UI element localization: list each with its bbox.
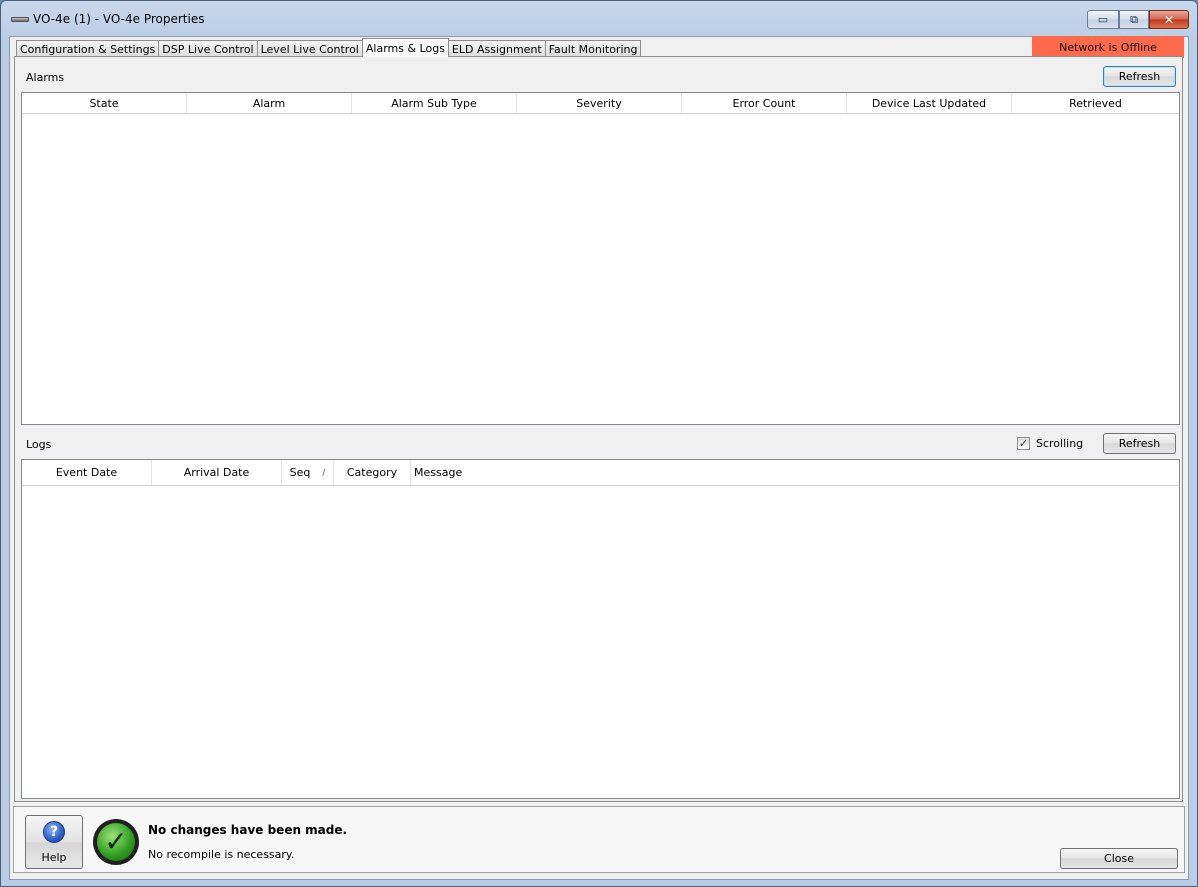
status-detail: No recompile is necessary. [148,848,295,861]
sort-ascending-icon: / [322,467,326,478]
close-window-button[interactable]: ✕ [1149,10,1189,29]
logs-table[interactable]: Event Date Arrival Date Seq / Category M… [21,459,1180,799]
tab-dsp-live-control[interactable]: DSP Live Control [158,40,258,57]
seq-header-label: Seq [289,466,311,479]
footer-status-panel: ? Help ✓ No changes have been made. No r… [13,806,1185,873]
status-title: No changes have been made. [148,823,348,837]
logs-table-header: Event Date Arrival Date Seq / Category M… [22,460,1179,486]
column-header-severity[interactable]: Severity [517,93,682,113]
close-button[interactable]: Close [1060,848,1178,869]
alarms-table-header: State Alarm Alarm Sub Type Severity Erro… [22,93,1179,114]
scrolling-checkbox-group[interactable]: ✓ Scrolling [1017,437,1083,450]
maximize-button[interactable]: ⧉ [1119,10,1149,29]
title-bar[interactable]: VO-4e (1) - VO-4e Properties ▭ ⧉ ✕ [1,1,1197,37]
tab-alarms-logs[interactable]: Alarms & Logs [361,38,449,57]
help-icon: ? [43,821,65,843]
column-header-retrieved[interactable]: Retrieved [1012,93,1179,113]
column-header-state[interactable]: State [22,93,187,113]
scrolling-label: Scrolling [1036,437,1084,450]
check-icon: ✓ [1018,437,1029,450]
minimize-button[interactable]: ▭ [1087,10,1119,29]
scrolling-checkbox[interactable]: ✓ [1017,437,1030,450]
tab-level-live-control[interactable]: Level Live Control [256,40,363,57]
properties-window: VO-4e (1) - VO-4e Properties ▭ ⧉ ✕ Confi… [0,0,1198,887]
close-icon: ✕ [1163,12,1175,27]
column-header-alarm[interactable]: Alarm [187,93,352,113]
help-button[interactable]: ? Help [25,815,83,869]
network-status-badge: Network is Offline [1032,36,1184,58]
help-button-label: Help [41,851,67,864]
maximize-icon: ⧉ [1130,12,1138,26]
alarms-table[interactable]: State Alarm Alarm Sub Type Severity Erro… [21,92,1180,425]
device-icon [11,17,29,22]
tab-fault-monitoring[interactable]: Fault Monitoring [544,40,642,57]
alarms-refresh-button[interactable]: Refresh [1103,66,1176,87]
column-header-alarm-sub-type[interactable]: Alarm Sub Type [352,93,517,113]
checkmark-status-icon: ✓ [93,819,139,865]
logs-section-label: Logs [26,438,52,451]
tab-eld-assignment[interactable]: ELD Assignment [447,40,546,57]
alarms-section-label: Alarms [26,71,65,84]
window-title: VO-4e (1) - VO-4e Properties [33,12,205,26]
column-header-seq[interactable]: Seq / [282,460,334,485]
alarms-logs-panel: Alarms Refresh State Alarm Alarm Sub Typ… [14,56,1183,802]
logs-refresh-button[interactable]: Refresh [1103,433,1176,454]
column-header-category[interactable]: Category [334,460,411,485]
column-header-arrival-date[interactable]: Arrival Date [152,460,282,485]
column-header-event-date[interactable]: Event Date [22,460,152,485]
column-header-message[interactable]: Message [411,460,1179,485]
tab-configuration-settings[interactable]: Configuration & Settings [16,40,160,57]
column-header-device-last-updated[interactable]: Device Last Updated [847,93,1012,113]
column-header-error-count[interactable]: Error Count [682,93,847,113]
client-area: Configuration & Settings DSP Live Contro… [9,36,1189,880]
minimize-icon: ▭ [1097,13,1109,26]
checkmark-icon: ✓ [97,823,135,861]
tab-strip: Configuration & Settings DSP Live Contro… [16,38,642,57]
window-controls: ▭ ⧉ ✕ [1087,10,1189,30]
